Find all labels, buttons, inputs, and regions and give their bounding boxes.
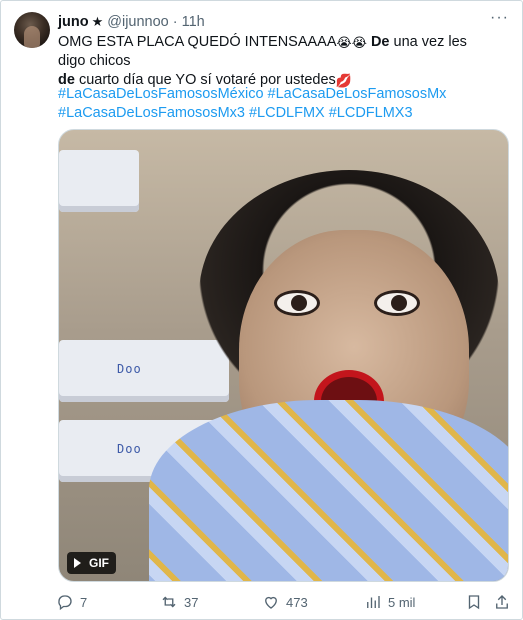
star-icon: ★ (91, 14, 104, 29)
like-button[interactable]: 473 (262, 593, 308, 611)
hashtag-link[interactable]: #LaCasaDeLosFamososMx (268, 86, 447, 102)
reply-count: 7 (80, 594, 88, 610)
person-dress (149, 400, 508, 581)
person-eye (274, 290, 320, 316)
hashtag-link[interactable]: #LaCasaDeLosFamososMx3 (58, 105, 245, 121)
share-button[interactable] (493, 593, 511, 611)
timestamp[interactable]: 11h (182, 14, 205, 30)
retweet-button[interactable]: 37 (160, 593, 198, 611)
retweet-icon (162, 596, 176, 608)
heart-icon (265, 596, 277, 609)
retweet-count: 37 (184, 594, 199, 610)
tweet-card[interactable]: juno ★ @ijunnoo · 11h ··· OMG ESTA PLACA… (0, 0, 523, 620)
author-handle[interactable]: @ijunnoo (107, 14, 168, 30)
action-bar: 7 37 473 5 mil (56, 593, 511, 613)
reply-icon (58, 595, 72, 611)
views-chart-icon (367, 596, 380, 608)
gif-badge[interactable]: GIF (67, 552, 116, 574)
tweet-header: juno ★ @ijunnoo · 11h (58, 13, 482, 31)
play-icon (74, 558, 81, 568)
separator: · (172, 14, 178, 30)
box-label: Doo (117, 442, 142, 456)
author-name[interactable]: juno (58, 14, 89, 30)
hashtag-link[interactable]: #LaCasaDeLosFamososMéxico (58, 86, 264, 102)
hashtags: #LaCasaDeLosFamososMéxico #LaCasaDeLosFam… (58, 85, 498, 123)
share-icon (496, 595, 508, 609)
gif-badge-label: GIF (89, 556, 109, 570)
hashtag-link[interactable]: #LCDLFMX (249, 105, 325, 121)
views-button[interactable]: 5 mil (364, 593, 415, 611)
person-eye (374, 290, 420, 316)
bookmark-icon (468, 595, 480, 610)
views-count: 5 mil (388, 594, 416, 610)
tweet-text: OMG ESTA PLACA QUEDÓ INTENSAAAA😭😭 De una… (58, 33, 498, 90)
avatar[interactable] (14, 12, 50, 48)
more-options-icon[interactable]: ··· (490, 10, 508, 31)
like-count: 473 (286, 594, 308, 610)
tweet-bold-1: De (370, 34, 390, 50)
tweet-text-part1: OMG ESTA PLACA QUEDÓ INTENSAAAA (58, 34, 337, 50)
crying-emoji-icon: 😭😭 (336, 35, 367, 50)
bookmark-button[interactable] (465, 593, 483, 611)
hashtag-link[interactable]: #LCDFLMX3 (329, 105, 413, 121)
gif-media[interactable]: Doo Doo GIF (58, 129, 509, 582)
box-label: Doo (117, 362, 142, 376)
store-shelf-box (59, 150, 139, 212)
reply-button[interactable]: 7 (56, 593, 87, 611)
